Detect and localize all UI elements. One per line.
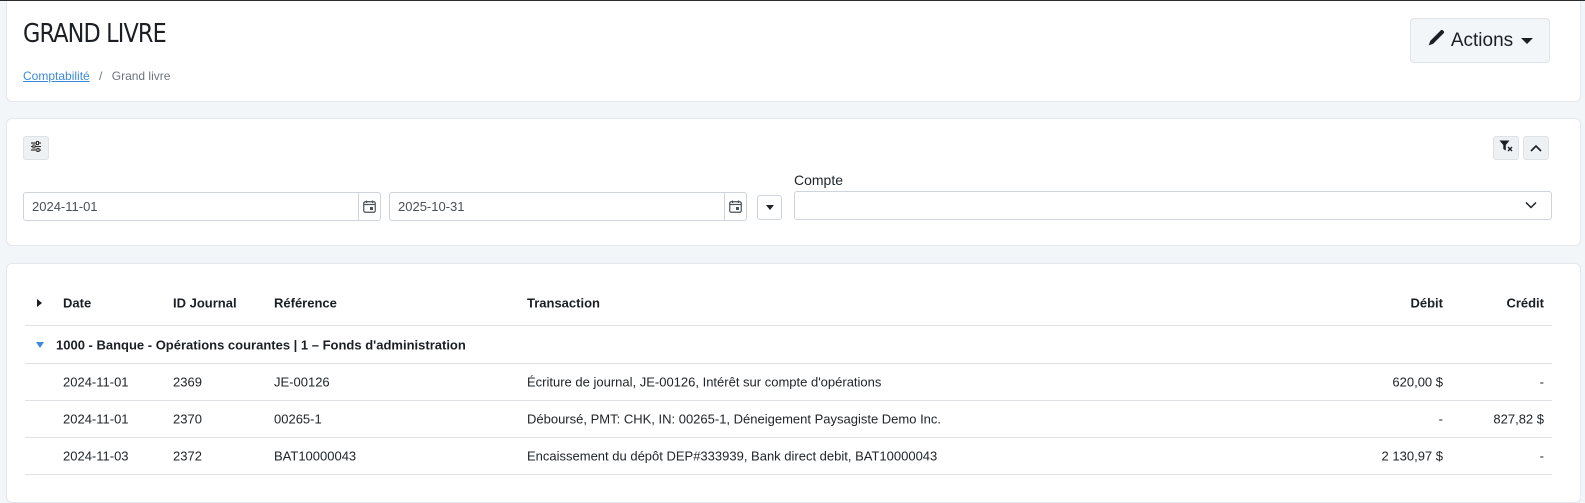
date-from-input[interactable]: 2024-11-01 [23,192,381,221]
date-range-dropdown[interactable] [757,195,782,220]
cell-debit: 2 130,97 $ [1381,448,1443,464]
cell-debit: 620,00 $ [1392,374,1443,390]
page-title: GRAND LIVRE [23,19,167,49]
cell-journal-id: 2369 [173,374,202,390]
cell-journal-id: 2372 [173,448,202,464]
caret-down-icon [1521,37,1534,44]
breadcrumb-link-comptabilite[interactable]: Comptabilité [23,69,90,83]
cell-transaction: Déboursé, PMT: CHK, IN: 00265-1, Déneige… [527,411,942,427]
cell-reference: BAT10000043 [274,448,357,464]
table-row[interactable]: 2024-11-01 2369 JE-00126 Écriture de jou… [25,364,1552,401]
actions-button[interactable]: Actions [1410,18,1550,63]
caret-down-icon [765,205,774,210]
cell-reference: JE-00126 [274,374,330,390]
sliders-icon [30,139,42,157]
column-header-journal-id[interactable]: ID Journal [173,296,237,311]
chevron-up-icon [1530,139,1542,157]
cell-date: 2024-11-03 [63,448,129,464]
account-group-row[interactable]: 1000 - Banque - Opérations courantes | 1… [25,327,1552,364]
compte-label: Compte [794,172,844,188]
ledger-table: Date ID Journal Référence Transaction Dé… [6,263,1581,503]
cell-date: 2024-11-01 [63,411,129,427]
cell-transaction: Encaissement du dépôt DEP#333939, Bank d… [527,448,938,464]
cell-credit: 827,82 $ [1493,411,1544,427]
date-from-value: 2024-11-01 [32,199,98,214]
breadcrumb: Comptabilité / Grand livre [23,69,170,83]
cell-reference: 00265-1 [274,411,322,427]
collapse-button[interactable] [1523,136,1549,160]
actions-label: Actions [1450,29,1514,51]
calendar-icon[interactable] [724,193,746,220]
breadcrumb-current: Grand livre [111,69,171,83]
column-header-credit[interactable]: Crédit [1506,296,1544,311]
calendar-icon[interactable] [358,193,380,220]
cell-credit: - [1539,448,1544,464]
cell-journal-id: 2370 [173,411,202,427]
collapse-group-icon[interactable] [36,342,44,348]
cell-date: 2024-11-01 [63,374,129,390]
page-header: GRAND LIVRE Comptabilité / Grand livre A… [6,1,1581,102]
compte-select[interactable] [794,191,1552,220]
account-group-label: 1000 - Banque - Opérations courantes | 1… [56,337,466,353]
table-row[interactable]: 2024-11-01 2370 00265-1 Déboursé, PMT: C… [25,401,1552,438]
date-to-input[interactable]: 2025-10-31 [389,192,747,221]
filter-x-icon [1499,139,1513,157]
table-header: Date ID Journal Référence Transaction Dé… [25,281,1552,326]
column-header-transaction[interactable]: Transaction [527,296,600,311]
expand-all-icon[interactable] [37,299,42,307]
column-header-date[interactable]: Date [63,296,91,311]
table-row[interactable]: 2024-11-03 2372 BAT10000043 Encaissement… [25,438,1552,475]
cell-credit: - [1539,374,1544,390]
filter-panel: 2024-11-01 2025-10-31 Compte [6,118,1581,246]
column-header-reference[interactable]: Référence [274,296,337,311]
clear-filter-button[interactable] [1493,136,1519,160]
date-to-value: 2025-10-31 [398,199,465,214]
column-header-debit[interactable]: Débit [1411,296,1444,311]
pencil-icon [1427,29,1445,53]
filter-settings-button[interactable] [23,136,49,160]
breadcrumb-separator: / [99,69,103,83]
cell-debit: - [1438,411,1443,427]
cell-transaction: Écriture de journal, JE-00126, Intérêt s… [527,374,882,390]
